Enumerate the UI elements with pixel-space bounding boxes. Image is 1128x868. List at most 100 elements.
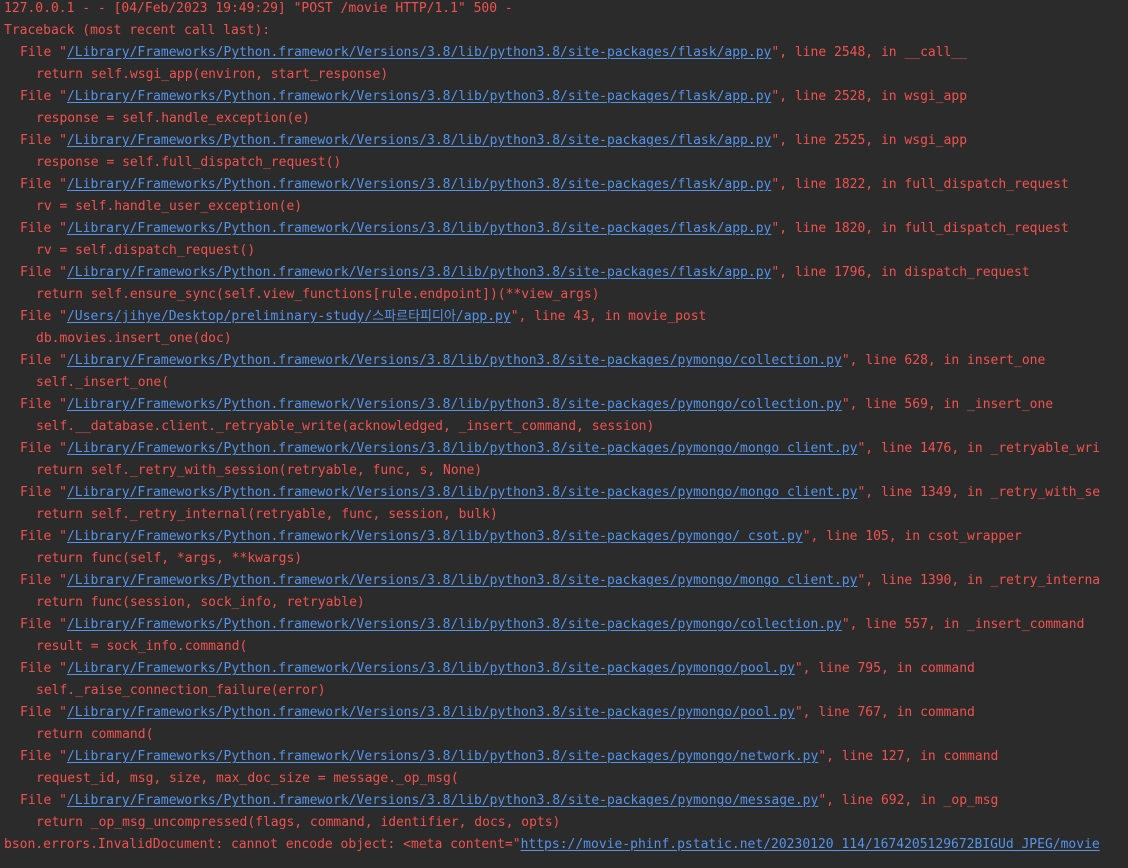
file-prefix: File " bbox=[20, 661, 67, 676]
traceback-code-line: response = self.full_dispatch_request() bbox=[36, 155, 342, 170]
file-path-link[interactable]: /Library/Frameworks/Python.framework/Ver… bbox=[67, 397, 842, 412]
file-path-link[interactable]: /Library/Frameworks/Python.framework/Ver… bbox=[67, 353, 842, 368]
traceback-file-line: File "/Library/Frameworks/Python.framewo… bbox=[0, 614, 1128, 636]
traceback-code-line: rv = self.handle_user_exception(e) bbox=[36, 199, 303, 214]
file-prefix: File " bbox=[20, 485, 67, 500]
file-path-link[interactable]: /Library/Frameworks/Python.framework/Ver… bbox=[67, 661, 795, 676]
file-path-link[interactable]: /Library/Frameworks/Python.framework/Ver… bbox=[67, 485, 858, 500]
traceback-header: Traceback (most recent call last): bbox=[4, 23, 271, 38]
traceback-code-line: rv = self.dispatch_request() bbox=[36, 243, 256, 258]
frame-location: ", line 1390, in _retry_interna bbox=[857, 573, 1101, 588]
file-prefix: File " bbox=[20, 397, 67, 412]
traceback-file-line: File "/Library/Frameworks/Python.framewo… bbox=[0, 526, 1128, 548]
console-output: 127.0.0.1 - - [04/Feb/2023 19:49:29] "PO… bbox=[0, 0, 1128, 868]
traceback-code-line: request_id, msg, size, max_doc_size = me… bbox=[36, 771, 459, 786]
traceback-file-line: File "/Library/Frameworks/Python.framewo… bbox=[0, 174, 1128, 196]
frame-location: ", line 1796, in dispatch_request bbox=[771, 265, 1030, 280]
file-path-link[interactable]: /Library/Frameworks/Python.framework/Ver… bbox=[67, 221, 771, 236]
traceback-code-line: return self.wsgi_app(environ, start_resp… bbox=[36, 67, 389, 82]
frame-location: ", line 127, in command bbox=[818, 749, 999, 764]
frame-location: ", line 43, in movie_post bbox=[510, 309, 707, 324]
frame-location: ", line 1476, in _retryable_wri bbox=[857, 441, 1101, 456]
traceback-file-line: File "/Library/Frameworks/Python.framewo… bbox=[0, 218, 1128, 240]
frame-location: ", line 557, in _insert_command bbox=[841, 617, 1085, 632]
file-prefix: File " bbox=[20, 573, 67, 588]
traceback-code-line: result = sock_info.command( bbox=[36, 639, 248, 654]
frame-location: ", line 105, in csot_wrapper bbox=[802, 529, 1022, 544]
traceback-code-line: return command( bbox=[36, 727, 154, 742]
frame-location: ", line 2525, in wsgi_app bbox=[771, 133, 968, 148]
traceback-code-line: response = self.handle_exception(e) bbox=[36, 111, 310, 126]
file-prefix: File " bbox=[20, 617, 67, 632]
traceback-code-line: return _op_msg_uncompressed(flags, comma… bbox=[36, 815, 561, 830]
file-path-link[interactable]: /Library/Frameworks/Python.framework/Ver… bbox=[67, 133, 771, 148]
traceback-frames: File "/Library/Frameworks/Python.framewo… bbox=[0, 42, 1128, 834]
error-url-link[interactable]: https://movie-phinf.pstatic.net/20230120… bbox=[521, 837, 1100, 852]
traceback-file-line: File "/Library/Frameworks/Python.framewo… bbox=[0, 86, 1128, 108]
file-prefix: File " bbox=[20, 529, 67, 544]
file-path-link[interactable]: /Library/Frameworks/Python.framework/Ver… bbox=[67, 177, 771, 192]
request-log-suffix: 500 - bbox=[465, 1, 513, 16]
traceback-file-line: File "/Library/Frameworks/Python.framewo… bbox=[0, 658, 1128, 680]
request-log-line: 127.0.0.1 - - [04/Feb/2023 19:49:29] "PO… bbox=[0, 0, 1128, 20]
frame-location: ", line 2528, in wsgi_app bbox=[771, 89, 968, 104]
traceback-code-line: return self.ensure_sync(self.view_functi… bbox=[36, 287, 600, 302]
file-path-link[interactable]: /Users/jihye/Desktop/preliminary-study/스… bbox=[67, 309, 511, 324]
file-prefix: File " bbox=[20, 441, 67, 456]
frame-location: ", line 628, in insert_one bbox=[841, 353, 1046, 368]
traceback-code-line: return func(self, *args, **kwargs) bbox=[36, 551, 303, 566]
file-prefix: File " bbox=[20, 793, 67, 808]
file-path-link[interactable]: /Library/Frameworks/Python.framework/Ver… bbox=[67, 529, 803, 544]
traceback-file-line: File "/Library/Frameworks/Python.framewo… bbox=[0, 570, 1128, 592]
file-prefix: File " bbox=[20, 353, 67, 368]
error-message: bson.errors.InvalidDocument: cannot enco… bbox=[4, 837, 521, 852]
frame-location: ", line 569, in _insert_one bbox=[841, 397, 1054, 412]
request-log-request: "POST /movie HTTP/1.1" bbox=[293, 1, 466, 16]
traceback-file-line: File "/Library/Frameworks/Python.framewo… bbox=[0, 482, 1128, 504]
frame-location: ", line 795, in command bbox=[794, 661, 975, 676]
traceback-file-line: File "/Library/Frameworks/Python.framewo… bbox=[0, 350, 1128, 372]
traceback-code-line: db.movies.insert_one(doc) bbox=[36, 331, 232, 346]
file-prefix: File " bbox=[20, 221, 67, 236]
file-path-link[interactable]: /Library/Frameworks/Python.framework/Ver… bbox=[67, 705, 795, 720]
traceback-code-line: return self._retry_internal(retryable, f… bbox=[36, 507, 498, 522]
frame-location: ", line 767, in command bbox=[794, 705, 975, 720]
traceback-file-line: File "/Library/Frameworks/Python.framewo… bbox=[0, 746, 1128, 768]
traceback-code-line: return self._retry_with_session(retryabl… bbox=[36, 463, 483, 478]
file-prefix: File " bbox=[20, 749, 67, 764]
traceback-file-line: File "/Library/Frameworks/Python.framewo… bbox=[0, 130, 1128, 152]
file-path-link[interactable]: /Library/Frameworks/Python.framework/Ver… bbox=[67, 45, 771, 60]
file-path-link[interactable]: /Library/Frameworks/Python.framework/Ver… bbox=[67, 441, 858, 456]
frame-location: ", line 1822, in full_dispatch_request bbox=[771, 177, 1069, 192]
traceback-file-line: File "/Library/Frameworks/Python.framewo… bbox=[0, 42, 1128, 64]
frame-location: ", line 1820, in full_dispatch_request bbox=[771, 221, 1069, 236]
file-prefix: File " bbox=[20, 309, 67, 324]
file-path-link[interactable]: /Library/Frameworks/Python.framework/Ver… bbox=[67, 749, 818, 764]
file-path-link[interactable]: /Library/Frameworks/Python.framework/Ver… bbox=[67, 617, 842, 632]
traceback-code-line: self.__database.client._retryable_write(… bbox=[36, 419, 655, 434]
frame-location: ", line 692, in _op_msg bbox=[818, 793, 999, 808]
traceback-file-line: File "/Library/Frameworks/Python.framewo… bbox=[0, 394, 1128, 416]
traceback-file-line: File "/Users/jihye/Desktop/preliminary-s… bbox=[0, 306, 1128, 328]
file-prefix: File " bbox=[20, 177, 67, 192]
file-path-link[interactable]: /Library/Frameworks/Python.framework/Ver… bbox=[67, 265, 771, 280]
traceback-file-line: File "/Library/Frameworks/Python.framewo… bbox=[0, 790, 1128, 812]
file-prefix: File " bbox=[20, 265, 67, 280]
traceback-code-line: self._raise_connection_failure(error) bbox=[36, 683, 326, 698]
file-path-link[interactable]: /Library/Frameworks/Python.framework/Ver… bbox=[67, 573, 858, 588]
traceback-file-line: File "/Library/Frameworks/Python.framewo… bbox=[0, 438, 1128, 460]
traceback-code-line: return func(session, sock_info, retryabl… bbox=[36, 595, 365, 610]
error-line: bson.errors.InvalidDocument: cannot enco… bbox=[0, 834, 1128, 856]
file-path-link[interactable]: /Library/Frameworks/Python.framework/Ver… bbox=[67, 89, 771, 104]
file-path-link[interactable]: /Library/Frameworks/Python.framework/Ver… bbox=[67, 793, 818, 808]
traceback-file-line: File "/Library/Frameworks/Python.framewo… bbox=[0, 262, 1128, 284]
file-prefix: File " bbox=[20, 133, 67, 148]
file-prefix: File " bbox=[20, 705, 67, 720]
traceback-file-line: File "/Library/Frameworks/Python.framewo… bbox=[0, 702, 1128, 724]
traceback-code-line: self._insert_one( bbox=[36, 375, 170, 390]
file-prefix: File " bbox=[20, 89, 67, 104]
frame-location: ", line 1349, in _retry_with_se bbox=[857, 485, 1101, 500]
request-log-prefix: 127.0.0.1 - - [04/Feb/2023 19:49:29] bbox=[4, 1, 294, 16]
file-prefix: File " bbox=[20, 45, 67, 60]
frame-location: ", line 2548, in __call__ bbox=[771, 45, 968, 60]
